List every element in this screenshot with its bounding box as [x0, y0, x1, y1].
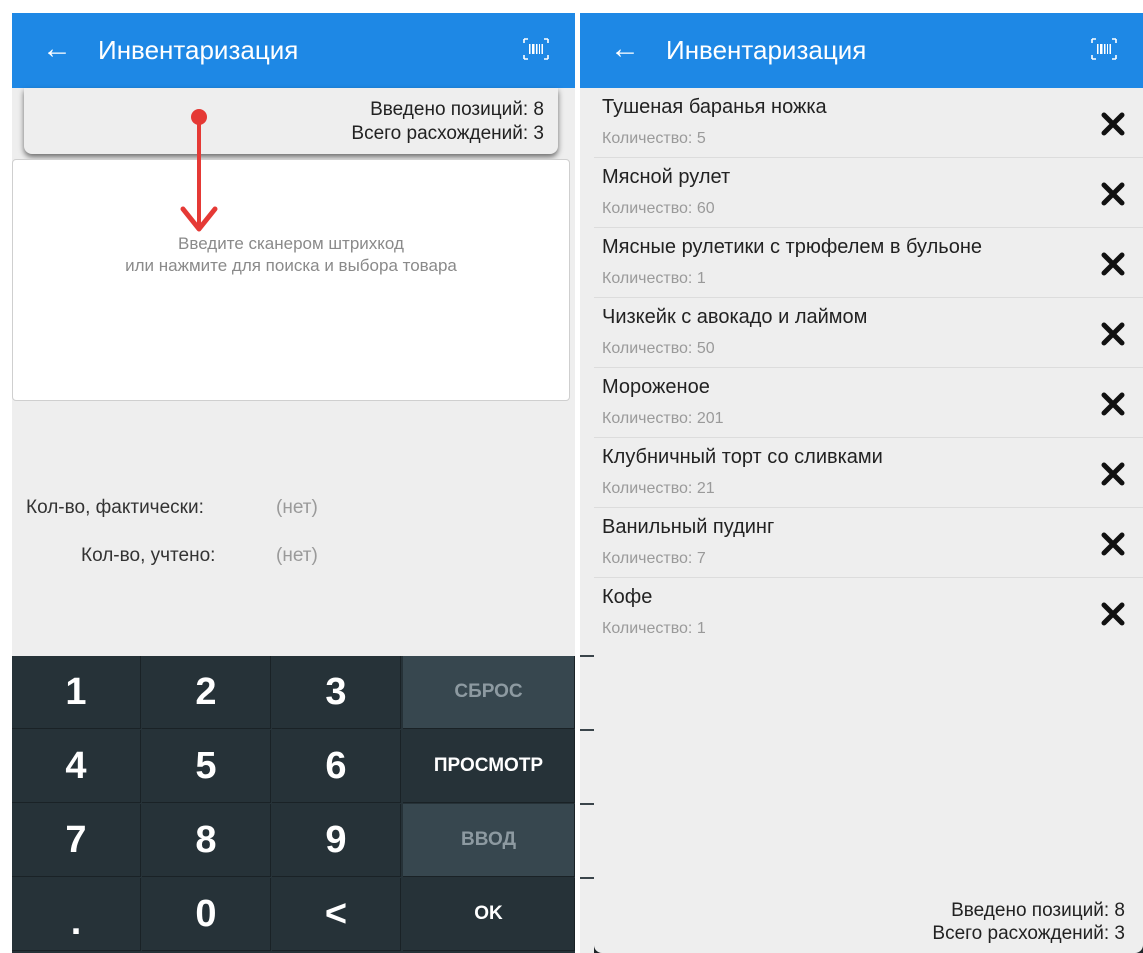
close-icon[interactable] — [1099, 250, 1127, 278]
close-icon[interactable] — [1099, 460, 1127, 488]
reset-button[interactable]: СБРОС — [403, 656, 575, 729]
view-button[interactable]: ПРОСМОТР — [403, 730, 575, 803]
key-1[interactable]: 1 — [12, 656, 141, 729]
barcode-scan-area[interactable]: Введите сканером штрихкод или нажмите дл… — [12, 159, 570, 401]
list-item[interactable]: Мороженое Количество: 201 — [594, 368, 1143, 438]
recorded-quantity-label: Кол-во, учтено: — [81, 545, 216, 566]
item-count: Количество: 1 — [602, 270, 706, 287]
item-count: Количество: 7 — [602, 550, 706, 567]
list-item[interactable]: Клубничный торт со сливками Количество: … — [594, 438, 1143, 508]
enter-button[interactable]: ВВОД — [403, 804, 575, 877]
close-icon[interactable] — [1099, 110, 1127, 138]
back-arrow-icon[interactable]: ← — [610, 34, 640, 64]
actual-quantity-value: (нет) — [276, 497, 318, 518]
inventory-screen: ← Инвентаризация Введено позиций: 8 Всег… — [12, 13, 575, 953]
close-icon[interactable] — [1099, 600, 1127, 628]
items-list-screen: ← Инвентаризация Тушеная баранья ножка К… — [580, 13, 1143, 953]
items-panel: Тушеная баранья ножка Количество: 5 Мясн… — [594, 88, 1143, 953]
close-icon[interactable] — [1099, 320, 1127, 348]
divider — [580, 877, 594, 879]
numeric-keypad: 1 2 3 СБРОС 4 5 6 ПРОСМОТР 7 8 9 ВВОД . … — [12, 656, 575, 953]
close-icon[interactable] — [1099, 530, 1127, 558]
key-0[interactable]: 0 — [142, 878, 271, 951]
close-icon[interactable] — [1099, 180, 1127, 208]
recorded-quantity-row: Кол-во, учтено: (нет) — [81, 545, 318, 567]
arrow-down-icon — [180, 109, 218, 232]
key-3[interactable]: 3 — [272, 656, 401, 729]
key-5[interactable]: 5 — [142, 730, 271, 803]
key-7[interactable]: 7 — [12, 804, 141, 877]
discrepancies-text: Всего расхождений: 3 — [351, 123, 544, 144]
item-count: Количество: 1 — [602, 620, 706, 637]
list-item[interactable]: Тушеная баранья ножка Количество: 5 — [594, 88, 1143, 158]
item-name: Кофе — [602, 586, 653, 608]
key-6[interactable]: 6 — [272, 730, 401, 803]
item-count: Количество: 60 — [602, 200, 715, 217]
entered-positions-text: Введено позиций: 8 — [951, 900, 1125, 921]
item-name: Клубничный торт со сливками — [602, 446, 883, 468]
barcode-icon[interactable] — [523, 38, 549, 60]
key-dot[interactable]: . — [12, 878, 141, 951]
divider — [580, 803, 594, 805]
item-name: Мороженое — [602, 376, 710, 398]
ok-button[interactable]: OK — [403, 878, 575, 951]
list-item[interactable]: Кофе Количество: 1 — [594, 578, 1143, 648]
key-4[interactable]: 4 — [12, 730, 141, 803]
discrepancies-text: Всего расхождений: 3 — [932, 923, 1125, 944]
divider — [580, 729, 594, 731]
key-backspace[interactable]: < — [272, 878, 401, 951]
item-count: Количество: 201 — [602, 410, 724, 427]
summary-card: Введено позиций: 8 Всего расхождений: 3 — [24, 88, 558, 154]
list-item[interactable]: Ванильный пудинг Количество: 7 — [594, 508, 1143, 578]
divider — [580, 655, 594, 657]
item-count: Количество: 50 — [602, 340, 715, 357]
close-icon[interactable] — [1099, 390, 1127, 418]
list-item[interactable]: Мясные рулетики с трюфелем в бульоне Кол… — [594, 228, 1143, 298]
key-2[interactable]: 2 — [142, 656, 271, 729]
app-bar: ← Инвентаризация — [12, 13, 575, 88]
item-count: Количество: 5 — [602, 130, 706, 147]
app-bar: ← Инвентаризация — [580, 13, 1143, 88]
barcode-icon[interactable] — [1091, 38, 1117, 60]
scan-hint-line1: Введите сканером штрихкод — [178, 234, 404, 253]
item-count: Количество: 21 — [602, 480, 715, 497]
item-name: Чизкейк с авокадо и лаймом — [602, 306, 868, 328]
list-item[interactable]: Мясной рулет Количество: 60 — [594, 158, 1143, 228]
entered-positions-text: Введено позиций: 8 — [370, 99, 544, 120]
actual-quantity-row: Кол-во, фактически: (нет) — [26, 497, 318, 519]
item-name: Мясные рулетики с трюфелем в бульоне — [602, 236, 982, 258]
page-title: Инвентаризация — [98, 35, 299, 65]
recorded-quantity-value: (нет) — [276, 545, 318, 566]
item-name: Мясной рулет — [602, 166, 731, 188]
back-arrow-icon[interactable]: ← — [42, 34, 72, 64]
actual-quantity-label: Кол-во, фактически: — [26, 497, 204, 518]
item-name: Ванильный пудинг — [602, 516, 775, 538]
key-8[interactable]: 8 — [142, 804, 271, 877]
list-item[interactable]: Чизкейк с авокадо и лаймом Количество: 5… — [594, 298, 1143, 368]
background-keypad-edge — [580, 88, 594, 953]
key-9[interactable]: 9 — [272, 804, 401, 877]
scan-hint-line2: или нажмите для поиска и выбора товара — [125, 256, 457, 275]
page-title: Инвентаризация — [666, 35, 867, 65]
item-name: Тушеная баранья ножка — [602, 96, 827, 118]
